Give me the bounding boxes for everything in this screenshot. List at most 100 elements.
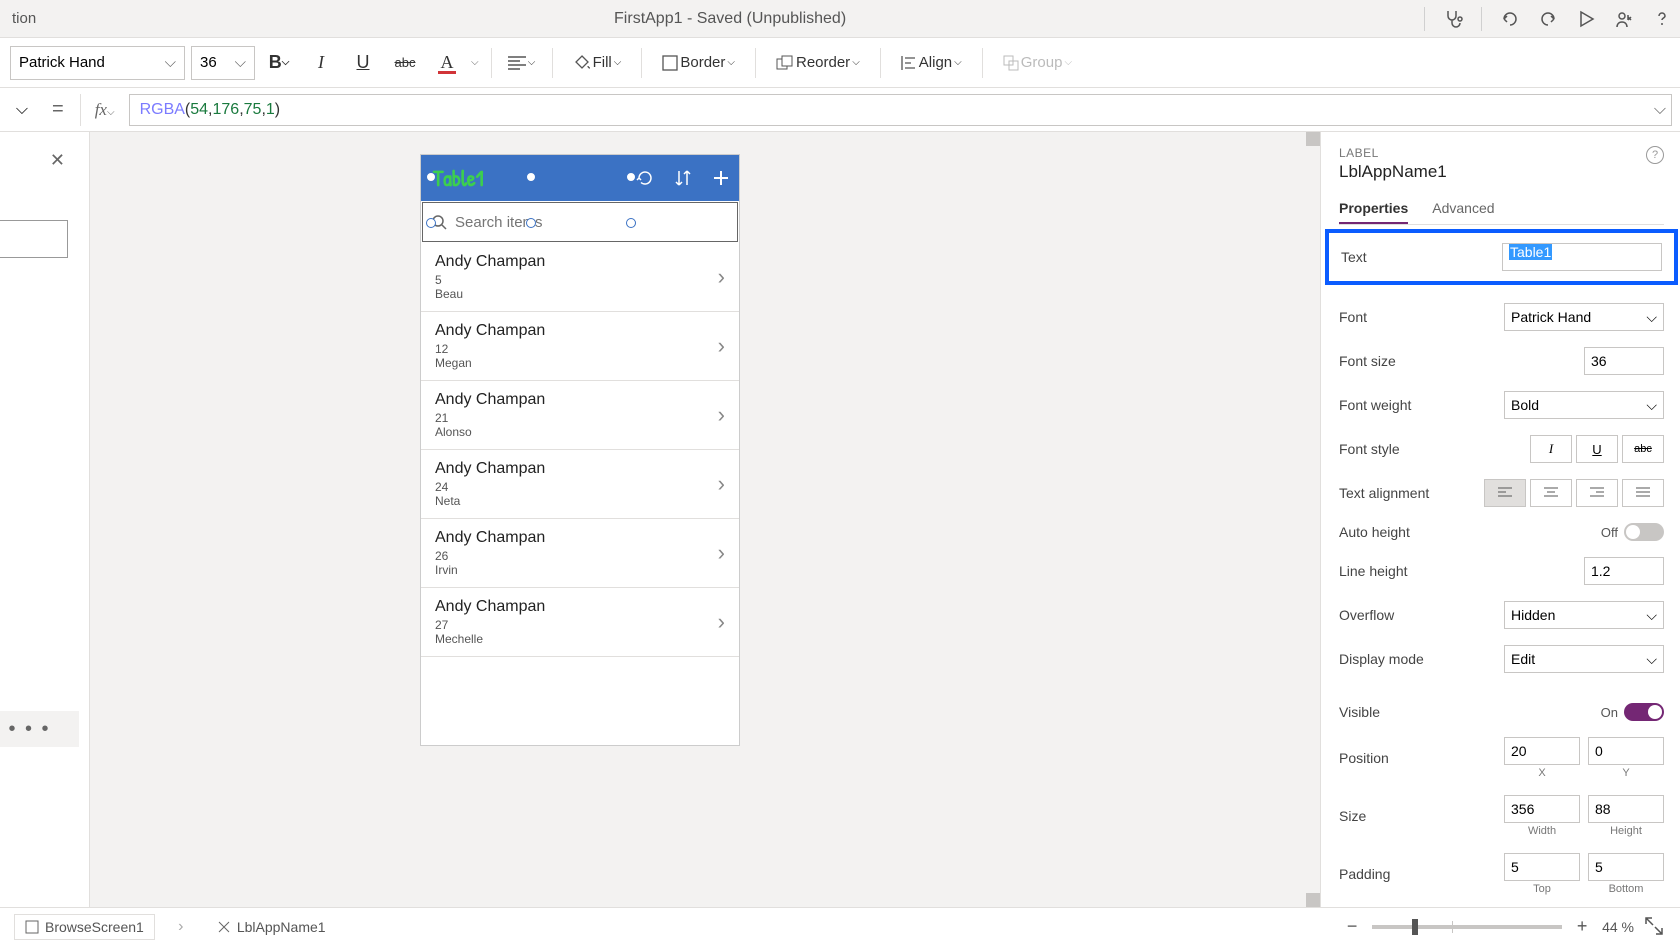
list-item[interactable]: Andy Champan 24 Neta ›	[421, 450, 739, 519]
align-left-button[interactable]	[1484, 479, 1526, 507]
align-dropdown[interactable]: Align ⌵	[893, 45, 970, 81]
italic-toggle[interactable]: I	[1530, 435, 1572, 463]
fit-to-screen-icon[interactable]	[1644, 916, 1666, 938]
list-item[interactable]: Andy Champan 27 Mechelle ›	[421, 588, 739, 657]
fill-dropdown[interactable]: Fill ⌵	[565, 45, 630, 81]
separator	[755, 48, 756, 78]
size-height-input[interactable]	[1588, 795, 1664, 823]
list-item[interactable]: Andy Champan 26 Irvin ›	[421, 519, 739, 588]
formatting-toolbar: Patrick Hand ⌵ 36 ⌵ B⌵ I U abc A ⌵ ⌵ Fil…	[0, 38, 1680, 88]
sort-icon[interactable]	[673, 168, 693, 188]
canvas-scrollbar[interactable]	[1306, 132, 1320, 907]
underline-toggle[interactable]: U	[1576, 435, 1618, 463]
font-row: Font Patrick Hand⌵	[1339, 295, 1664, 339]
tree-search-stub[interactable]	[0, 220, 68, 258]
app-title-label[interactable]: Table1	[433, 163, 484, 193]
chevron-down-icon: ⌵	[235, 54, 246, 71]
zoom-value: 44	[1602, 919, 1618, 935]
align-label: Align	[919, 54, 952, 71]
text-property-row-highlighted: Text Table1	[1325, 229, 1678, 285]
border-dropdown[interactable]: Border ⌵	[654, 45, 743, 81]
tab-properties[interactable]: Properties	[1339, 194, 1408, 224]
list-item-line3: Megan	[435, 356, 718, 370]
breadcrumb-control[interactable]: LblAppName1	[207, 915, 336, 939]
position-y-input[interactable]	[1588, 737, 1664, 765]
align-justify-button[interactable]	[1622, 479, 1664, 507]
chevron-down-icon[interactable]: ⌵	[471, 57, 479, 68]
tab-advanced[interactable]: Advanced	[1432, 194, 1494, 224]
zoom-out-button[interactable]: −	[1342, 917, 1362, 937]
undo-icon[interactable]	[1500, 9, 1520, 29]
canvas[interactable]: Table1 Andy Champan	[90, 132, 1320, 907]
phone-preview: Table1 Andy Champan	[420, 154, 740, 746]
info-icon[interactable]: ?	[1646, 146, 1664, 164]
reorder-dropdown[interactable]: Reorder ⌵	[768, 45, 868, 81]
properties-panel: ? LABEL LblAppName1 Properties Advanced …	[1320, 132, 1680, 907]
align-center-button[interactable]	[1530, 479, 1572, 507]
fx-icon[interactable]: fx⌵	[91, 100, 119, 120]
tree-view-pane: ✕ • • •	[0, 132, 90, 907]
property-selector-dropdown[interactable]: ⌵	[8, 95, 36, 125]
align-right-button[interactable]	[1576, 479, 1618, 507]
chevron-right-icon[interactable]: ›	[718, 264, 725, 290]
bold-button[interactable]: B⌵	[261, 45, 297, 81]
titlebar-left-fragment: tion	[8, 10, 36, 27]
fontweight-select[interactable]: Bold⌵	[1504, 391, 1664, 419]
group-label: Group	[1021, 54, 1063, 71]
breadcrumb-screen[interactable]: BrowseScreen1	[14, 914, 155, 940]
list-item[interactable]: Andy Champan 21 Alonso ›	[421, 381, 739, 450]
text-align-button[interactable]: ⌵	[504, 45, 540, 81]
refresh-icon[interactable]	[635, 168, 655, 188]
share-icon[interactable]	[1614, 9, 1634, 29]
formula-expand-icon[interactable]: ⌵	[1648, 98, 1672, 122]
list-item-line3: Alonso	[435, 425, 718, 439]
strikethrough-button[interactable]: abc	[387, 45, 423, 81]
add-icon[interactable]	[711, 168, 731, 188]
play-preview-icon[interactable]	[1576, 9, 1596, 29]
chevron-right-icon[interactable]: ›	[718, 333, 725, 359]
list-item-line2: 12	[435, 342, 718, 356]
separator	[491, 48, 492, 78]
help-icon[interactable]	[1652, 9, 1672, 29]
separator	[982, 48, 983, 78]
separator	[880, 48, 881, 78]
position-x-input[interactable]	[1504, 737, 1580, 765]
chevron-right-icon[interactable]: ›	[718, 471, 725, 497]
lineheight-input[interactable]	[1584, 557, 1664, 585]
displaymode-label: Display mode	[1339, 651, 1424, 667]
size-width-input[interactable]	[1504, 795, 1580, 823]
stethoscope-checker-icon[interactable]	[1443, 9, 1463, 29]
redo-icon[interactable]	[1538, 9, 1558, 29]
italic-button[interactable]: I	[303, 45, 339, 81]
chevron-right-icon[interactable]: ›	[718, 609, 725, 635]
strikethrough-toggle[interactable]: abc	[1622, 435, 1664, 463]
font-select[interactable]: Patrick Hand⌵	[1504, 303, 1664, 331]
font-size-dropdown[interactable]: 36 ⌵	[191, 46, 255, 80]
textalign-label: Text alignment	[1339, 485, 1429, 501]
font-family-dropdown[interactable]: Patrick Hand ⌵	[10, 46, 185, 80]
overflow-select[interactable]: Hidden⌵	[1504, 601, 1664, 629]
formula-input[interactable]: RGBA(54, 176, 75, 1)	[129, 94, 1672, 126]
padding-bottom-input[interactable]	[1588, 853, 1664, 881]
fontsize-input[interactable]	[1584, 347, 1664, 375]
zoom-slider[interactable]	[1372, 925, 1562, 929]
gallery-list: Andy Champan 5 Beau › Andy Champan 12 Me…	[421, 243, 739, 745]
text-property-input[interactable]: Table1	[1502, 243, 1662, 271]
search-input[interactable]	[455, 214, 729, 231]
control-type-label: LABEL	[1339, 146, 1664, 160]
padding-top-input[interactable]	[1504, 853, 1580, 881]
list-item[interactable]: Andy Champan 12 Megan ›	[421, 312, 739, 381]
displaymode-select[interactable]: Edit⌵	[1504, 645, 1664, 673]
fontsize-row: Font size	[1339, 339, 1664, 383]
list-item[interactable]: Andy Champan 5 Beau ›	[421, 243, 739, 312]
underline-button[interactable]: U	[345, 45, 381, 81]
autoheight-toggle[interactable]	[1624, 523, 1664, 541]
chevron-right-icon[interactable]: ›	[718, 540, 725, 566]
chevron-right-icon[interactable]: ›	[718, 402, 725, 428]
tree-ellipsis[interactable]: • • •	[0, 711, 79, 747]
close-pane-icon[interactable]: ✕	[50, 150, 65, 171]
zoom-in-button[interactable]: +	[1572, 917, 1592, 937]
visible-toggle[interactable]	[1624, 703, 1664, 721]
list-item-name: Andy Champan	[435, 391, 718, 409]
font-color-button[interactable]: A	[429, 45, 465, 81]
